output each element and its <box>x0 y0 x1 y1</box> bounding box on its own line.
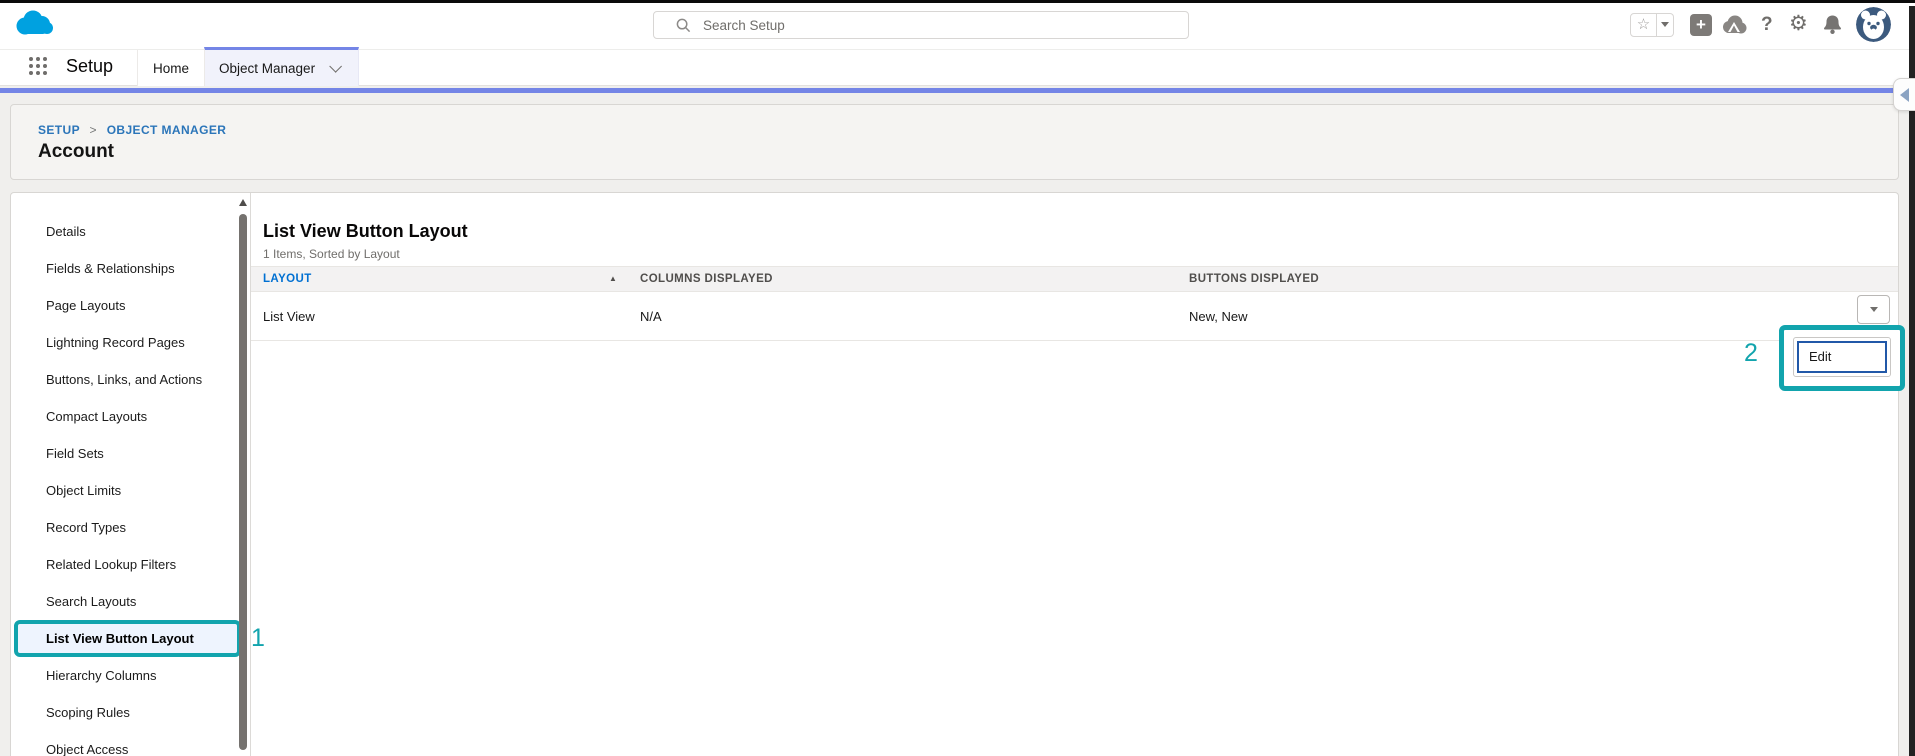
global-header: ☆ + ? ⚙ <box>0 3 1915 50</box>
sidebar-item-object-limits[interactable]: Object Limits <box>11 472 250 509</box>
search-input[interactable] <box>703 17 1188 33</box>
breadcrumb-object-manager-link[interactable]: OBJECT MANAGER <box>107 123 227 137</box>
favorites-caret-icon[interactable] <box>1657 13 1674 37</box>
tab-home[interactable]: Home <box>137 50 205 86</box>
column-header-layout[interactable]: LAYOUT ▲ <box>251 273 640 285</box>
brand-divider-line <box>0 88 1915 93</box>
cell-buttons-displayed: New, New <box>1189 308 1248 324</box>
star-icon[interactable]: ☆ <box>1630 13 1657 37</box>
sidebar-item-details[interactable]: Details <box>11 213 250 250</box>
app-name-setup: Setup <box>66 56 114 76</box>
breadcrumb: SETUP > OBJECT MANAGER <box>38 123 1898 137</box>
row-actions-menu: Edit <box>1793 337 1891 377</box>
annotation-step-2-box: Edit <box>1779 325 1905 391</box>
scrollbar-thumb[interactable] <box>239 214 247 750</box>
breadcrumb-setup-link[interactable]: SETUP <box>38 123 80 137</box>
breadcrumb-separator: > <box>89 123 97 137</box>
row-actions-dropdown-button[interactable] <box>1857 295 1890 324</box>
annotation-step-2: 2 <box>1744 339 1758 367</box>
object-manager-card: Details Fields & Relationships Page Layout… <box>10 192 1899 756</box>
sidebar-item-related-lookup-filters[interactable]: Related Lookup Filters <box>11 546 250 583</box>
page-title: Account <box>38 141 114 162</box>
search-icon <box>676 18 691 32</box>
sidebar-item-lightning-record-pages[interactable]: Lightning Record Pages <box>11 324 250 361</box>
page-header-card: SETUP > OBJECT MANAGER Account <box>10 104 1899 180</box>
panel-subtitle: 1 Items, Sorted by Layout <box>263 247 400 261</box>
setup-nav-bar: Setup Home Object Manager <box>0 47 1915 86</box>
sidebar-item-compact-layouts[interactable]: Compact Layouts <box>11 398 250 435</box>
salesforce-setup-screen: ☆ + ? ⚙ <box>0 0 1915 756</box>
column-header-layout-label: LAYOUT <box>263 273 312 285</box>
list-view-button-layout-panel: List View Button Layout 1 Items, Sorted … <box>251 193 1898 756</box>
window-top-edge <box>0 0 1915 3</box>
user-avatar[interactable] <box>1856 7 1891 42</box>
sort-ascending-icon: ▲ <box>609 274 618 283</box>
scrollbar-up-arrow[interactable] <box>239 199 247 206</box>
edge-collapse-tab[interactable] <box>1893 78 1915 111</box>
nav-tabs: Home Object Manager <box>137 47 360 86</box>
column-header-columns-displayed: COLUMNS DISPLAYED <box>640 273 773 285</box>
chevron-down-icon[interactable] <box>329 59 343 73</box>
search-setup-box <box>653 11 1189 39</box>
sidebar-item-fields-relationships[interactable]: Fields & Relationships <box>11 250 250 287</box>
caret-down-icon <box>1869 307 1878 312</box>
arrow-left-icon <box>1900 87 1909 102</box>
sidebar-item-page-layouts[interactable]: Page Layouts <box>11 287 250 324</box>
sidebar-item-field-sets[interactable]: Field Sets <box>11 435 250 472</box>
sidebar-item-list-view-button-layout[interactable]: List View Button Layout <box>14 620 241 657</box>
cell-columns-displayed: N/A <box>640 308 662 324</box>
table-row: List View N/A New, New <box>251 292 1898 341</box>
sidebar-item-record-types[interactable]: Record Types <box>11 509 250 546</box>
gear-icon[interactable]: ⚙ <box>1789 11 1808 36</box>
table-header-row: LAYOUT ▲ COLUMNS DISPLAYED BUTTONS DISPL… <box>251 266 1898 292</box>
help-icon[interactable]: ? <box>1761 14 1773 36</box>
sidebar-item-list: Details Fields & Relationships Page Layout… <box>11 213 250 756</box>
tab-object-manager-label: Object Manager <box>219 60 316 76</box>
sidebar-item-object-access[interactable]: Object Access <box>11 731 250 756</box>
object-sidebar: Details Fields & Relationships Page Layout… <box>11 193 251 756</box>
tab-object-manager[interactable]: Object Manager <box>204 47 360 86</box>
sidebar-scrollbar <box>238 195 248 754</box>
bell-icon[interactable] <box>1823 14 1842 40</box>
favorites-group: ☆ <box>1630 13 1674 37</box>
column-header-buttons-displayed: BUTTONS DISPLAYED <box>1189 273 1320 285</box>
sidebar-item-scoping-rules[interactable]: Scoping Rules <box>11 694 250 731</box>
salesforce-cloud-logo[interactable] <box>14 9 54 42</box>
cell-layout[interactable]: List View <box>251 309 640 324</box>
sidebar-item-buttons-links-and-actions[interactable]: Buttons, Links, and Actions <box>11 361 250 398</box>
app-launcher-icon[interactable] <box>29 57 51 79</box>
sidebar-item-hierarchy-columns[interactable]: Hierarchy Columns <box>11 657 250 694</box>
window-right-edge <box>1909 6 1915 756</box>
menu-item-edit[interactable]: Edit <box>1797 341 1887 373</box>
quick-add-icon[interactable]: + <box>1690 14 1712 36</box>
sidebar-item-search-layouts[interactable]: Search Layouts <box>11 583 250 620</box>
panel-title: List View Button Layout <box>263 221 468 241</box>
trailhead-icon[interactable] <box>1721 14 1747 43</box>
annotation-step-1: 1 <box>251 624 265 652</box>
